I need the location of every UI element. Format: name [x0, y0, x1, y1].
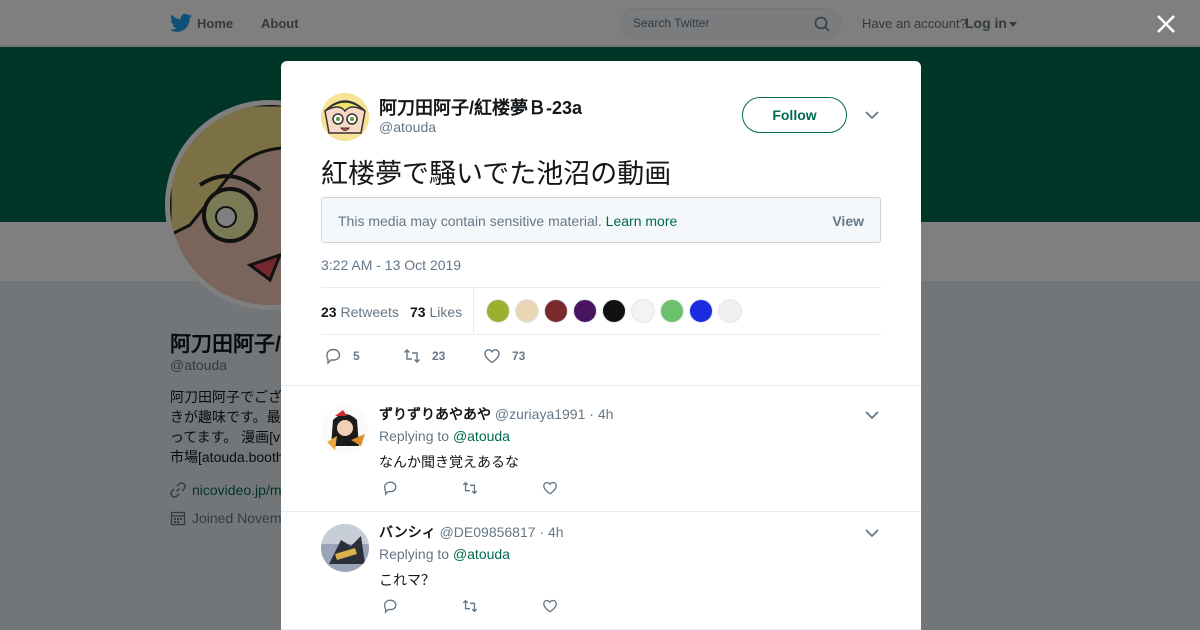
stats-divider: [473, 288, 474, 334]
reply-text: なんか聞き覚えあるな: [379, 454, 519, 470]
replies-divider: [281, 385, 921, 386]
liker-avatar[interactable]: [486, 299, 510, 323]
sensitive-media-message: This media may contain sensitive materia…: [338, 213, 677, 229]
liker-avatar[interactable]: [689, 299, 713, 323]
reply-action-row: [382, 598, 582, 614]
replying-to-handle[interactable]: @atouda: [453, 428, 510, 444]
reply-icon[interactable]: [382, 480, 398, 496]
replying-to-label: Replying to: [379, 428, 450, 444]
reply-author[interactable]: ずりずりあやあや @zuriaya1991 · 4h: [379, 404, 613, 424]
reply-avatar-illustration: [321, 524, 369, 572]
chevron-down-icon[interactable]: [865, 528, 879, 538]
reply-author[interactable]: バンシィ @DE09856817 · 4h: [379, 522, 564, 542]
reply-text: これマ？: [379, 572, 435, 588]
reply-icon[interactable]: [382, 598, 398, 614]
reply-avatar-illustration: [321, 406, 369, 454]
heart-icon[interactable]: [542, 598, 558, 614]
retweets-label: Retweets: [340, 304, 399, 320]
reply-author-name: ずりずりあやあや: [379, 406, 491, 422]
replying-to-label: Replying to: [379, 546, 450, 562]
retweets-stat[interactable]: 23 Retweets: [321, 304, 399, 320]
reply-action-row: [382, 480, 582, 496]
tweet-stats: 23 Retweets 73 Likes: [321, 287, 881, 335]
replying-to: Replying to @atouda: [379, 428, 510, 444]
reply-count: 5: [353, 349, 360, 363]
reply-time[interactable]: · 4h: [589, 406, 613, 422]
liker-avatar[interactable]: [515, 299, 539, 323]
reply-avatar[interactable]: [321, 524, 369, 572]
like-count: 73: [512, 349, 526, 363]
close-icon[interactable]: [1154, 12, 1178, 36]
chevron-down-icon[interactable]: [865, 410, 879, 420]
heart-icon: [484, 349, 500, 364]
reply-author-handle: @zuriaya1991: [494, 406, 586, 422]
reply-author-name: バンシィ: [379, 524, 436, 540]
author-avatar[interactable]: [321, 93, 369, 141]
likes-stat[interactable]: 73 Likes: [410, 304, 462, 320]
liker-avatar[interactable]: [660, 299, 684, 323]
follow-button[interactable]: Follow: [742, 97, 847, 133]
retweet-icon[interactable]: [462, 480, 478, 496]
replying-to: Replying to @atouda: [379, 546, 510, 562]
reply-icon: [326, 348, 341, 365]
view-media-button[interactable]: View: [832, 213, 864, 229]
chevron-down-icon[interactable]: [865, 110, 879, 120]
retweet-icon: [404, 349, 420, 363]
retweets-count: 23: [321, 304, 337, 320]
reply-item[interactable]: バンシィ @DE09856817 · 4h Replying to @atoud…: [281, 512, 921, 630]
learn-more-link[interactable]: Learn more: [606, 213, 678, 229]
reply-time[interactable]: · 4h: [539, 524, 563, 540]
tweet-timestamp[interactable]: 3:22 AM - 13 Oct 2019: [321, 257, 461, 273]
likes-count: 73: [410, 304, 426, 320]
tweet-action-row: 5 23 73: [321, 347, 621, 365]
liker-avatar[interactable]: [573, 299, 597, 323]
tweet-permalink-modal: 阿刀田阿子/紅楼夢Ｂ-23a @atouda Follow 紅楼夢で騒いでた池沼…: [281, 61, 921, 630]
reply-avatar[interactable]: [321, 406, 369, 454]
reply-item[interactable]: ずりずりあやあや @zuriaya1991 · 4h Replying to @…: [281, 394, 921, 512]
liker-avatar[interactable]: [718, 299, 742, 323]
author-name[interactable]: 阿刀田阿子/紅楼夢Ｂ-23a: [379, 94, 582, 120]
sensitive-media-notice: This media may contain sensitive materia…: [321, 197, 881, 243]
liker-avatar[interactable]: [631, 299, 655, 323]
likes-label: Likes: [429, 304, 463, 320]
sensitive-message-text: This media may contain sensitive materia…: [338, 213, 602, 229]
author-avatar-illustration: [321, 93, 369, 141]
liker-avatar[interactable]: [602, 299, 626, 323]
reply-author-handle: @DE09856817: [439, 524, 536, 540]
author-handle[interactable]: @atouda: [379, 119, 436, 135]
retweet-icon[interactable]: [462, 598, 478, 614]
replying-to-handle[interactable]: @atouda: [453, 546, 510, 562]
retweet-count: 23: [432, 349, 446, 363]
tweet-text: 紅楼夢で騒いでた池沼の動画: [321, 159, 672, 190]
heart-icon[interactable]: [542, 480, 558, 496]
liker-avatar[interactable]: [544, 299, 568, 323]
